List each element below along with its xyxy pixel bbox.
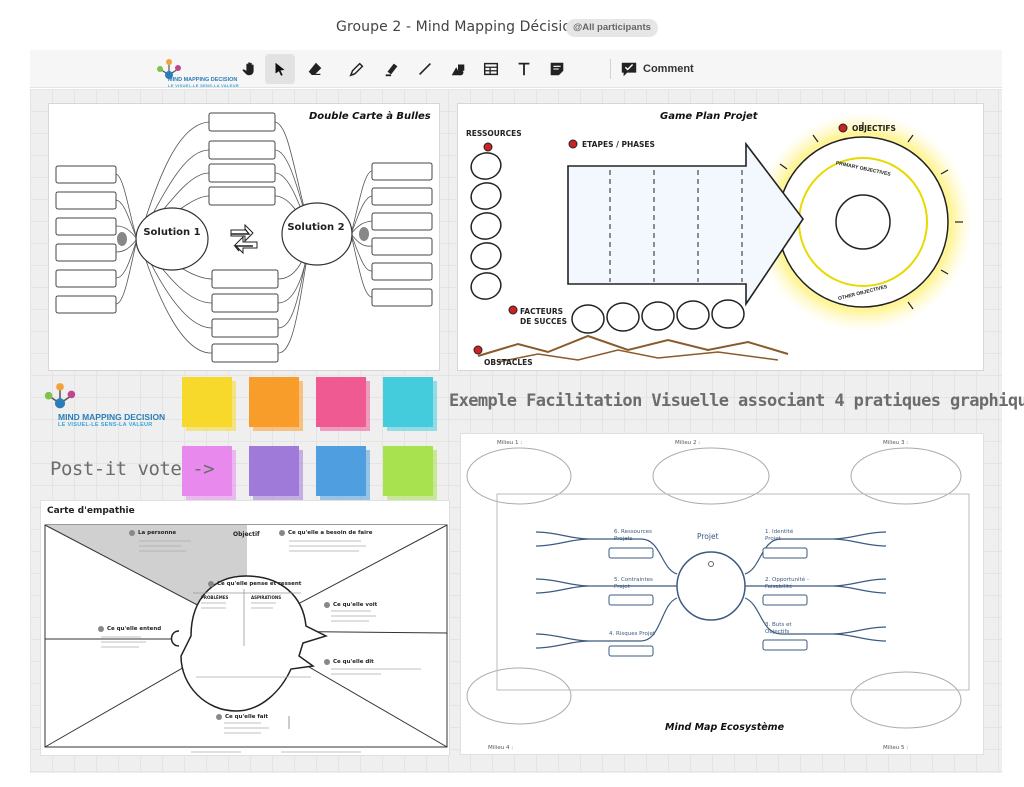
brand-tagline: LE VISUEL-LE SENS-LA VALEUR: [58, 422, 153, 428]
board-game-plan[interactable]: Game Plan Projet PRIMARY OBJECTIVES OTHE…: [457, 103, 984, 371]
board-ecosystem-mind-map[interactable]: Milieu 1 : Milieu 2 : Milieu 3 : Milieu …: [460, 433, 984, 755]
sticky-note-icon: [550, 62, 564, 76]
facteurs-label: FACTEURS DE SUCCES: [520, 307, 567, 326]
dit-label: Ce qu'elle dit: [333, 659, 374, 665]
solution-2-label: Solution 2: [287, 222, 345, 233]
besoin-label: Ce qu'elle a besoin de faire: [288, 530, 373, 536]
postit-note[interactable]: [383, 446, 437, 500]
whiteboard-app: Groupe 2 - Mind Mapping Décision @All pa…: [0, 0, 1024, 787]
branch-label: 4. Risques Projet: [609, 631, 655, 637]
board-empathy-map[interactable]: Carte d'empathie Objectif La personne Ce…: [40, 500, 450, 756]
branch-label: 6. Ressources Projets: [614, 529, 652, 542]
postit-note[interactable]: [316, 377, 370, 431]
pense-label: Ce qu'elle pense et ressent: [217, 581, 302, 587]
branch-label: 3. Buts et Objectifs: [765, 622, 792, 635]
eraser-icon: [308, 62, 322, 75]
shape-tool-button[interactable]: [443, 54, 473, 84]
persona-label: La personne: [138, 530, 177, 536]
text-icon: [518, 62, 530, 76]
highlighter-icon: [385, 63, 398, 77]
title-bar: Groupe 2 - Mind Mapping Décision @All pa…: [0, 0, 1024, 50]
branch-label: 1. Identité Projet: [765, 529, 794, 542]
board-title: Mind Map Ecosystème: [665, 722, 785, 733]
hand-icon: [242, 62, 254, 76]
double-bubble-diagram: [55, 112, 433, 363]
milieu-3-label: Milieu 3 :: [883, 440, 909, 446]
hand-tool-button[interactable]: [235, 54, 265, 84]
game-plan-diagram: PRIMARY OBJECTIVES OTHER OBJECTIVES: [470, 112, 973, 363]
aspirations-label: ASPIRATIONS: [251, 595, 282, 600]
postit-note[interactable]: [316, 446, 370, 500]
postit-note[interactable]: [383, 377, 437, 431]
canvas-heading: Exemple Facilitation Visuelle associant …: [449, 391, 1024, 411]
sticky-note-tool-button[interactable]: [542, 54, 572, 84]
ecosystem-diagram: [466, 447, 970, 729]
objectif-label: Objectif: [233, 531, 260, 538]
shapes-icon: [451, 64, 465, 76]
highlighter-tool-button[interactable]: [377, 54, 407, 84]
text-tool-button[interactable]: [509, 54, 539, 84]
canvas-brand-logo: MIND MAPPING DECISION LE VISUEL-LE SENS-…: [40, 378, 180, 433]
brand-logo: MIND MAPPING DECISION LE VISUEL-LE SENS-…: [154, 55, 244, 88]
milieu-5-label: Milieu 5 :: [883, 745, 909, 751]
line-tool-button[interactable]: [410, 54, 440, 84]
postit-vote-label: Post-it vote ->: [50, 458, 215, 480]
postit-note[interactable]: [249, 377, 303, 431]
solution-1-label: Solution 1: [143, 227, 201, 238]
pen-tool-button[interactable]: [342, 54, 372, 84]
mind-map-logo-icon: [44, 383, 76, 409]
postit-note[interactable]: [249, 446, 303, 500]
line-icon: [419, 63, 431, 75]
milieu-1-label: Milieu 1 :: [497, 440, 523, 446]
table-icon: [483, 62, 499, 76]
pen-icon: [349, 62, 364, 77]
etapes-label: ETAPES / PHASES: [582, 140, 655, 149]
comment-icon: [621, 62, 637, 77]
branch-label: 5. Contraintes Projet: [614, 577, 653, 590]
center-node-label: Projet: [697, 532, 719, 541]
select-tool-button[interactable]: [265, 54, 295, 84]
toolbar-separator: [610, 59, 611, 79]
branch-label: 2. Opportunité - Faisabilité: [765, 577, 809, 590]
board-double-bubble-map[interactable]: Double Carte à Bulles Solution 1 Solutio…: [48, 103, 440, 371]
postit-note[interactable]: [182, 377, 236, 431]
ressources-label: RESSOURCES: [466, 129, 522, 138]
brand-tagline: LE VISUEL-LE SENS-LA VALEUR: [168, 83, 239, 88]
document-title: Groupe 2 - Mind Mapping Décision: [336, 19, 581, 35]
eraser-tool-button[interactable]: [300, 54, 330, 84]
table-tool-button[interactable]: [476, 54, 506, 84]
comment-label: Comment: [643, 63, 694, 75]
participants-badge[interactable]: @All participants: [566, 19, 658, 37]
toolbar: MIND MAPPING DECISION LE VISUEL-LE SENS-…: [30, 50, 1002, 88]
entend-label: Ce qu'elle entend: [107, 626, 162, 632]
brand-name: MIND MAPPING DECISION: [58, 412, 166, 422]
voit-label: Ce qu'elle voit: [333, 602, 378, 608]
milieu-4-label: Milieu 4 :: [488, 745, 514, 751]
milieu-2-label: Milieu 2 :: [675, 440, 701, 446]
cursor-icon: [275, 62, 285, 76]
objectifs-label: OBJECTIFS: [852, 124, 896, 133]
comment-button[interactable]: Comment: [620, 56, 694, 82]
obstacles-label: OBSTACLES: [484, 358, 533, 367]
fait-label: Ce qu'elle fait: [225, 714, 268, 720]
problemes-label: PROBLÈMES: [201, 595, 229, 600]
